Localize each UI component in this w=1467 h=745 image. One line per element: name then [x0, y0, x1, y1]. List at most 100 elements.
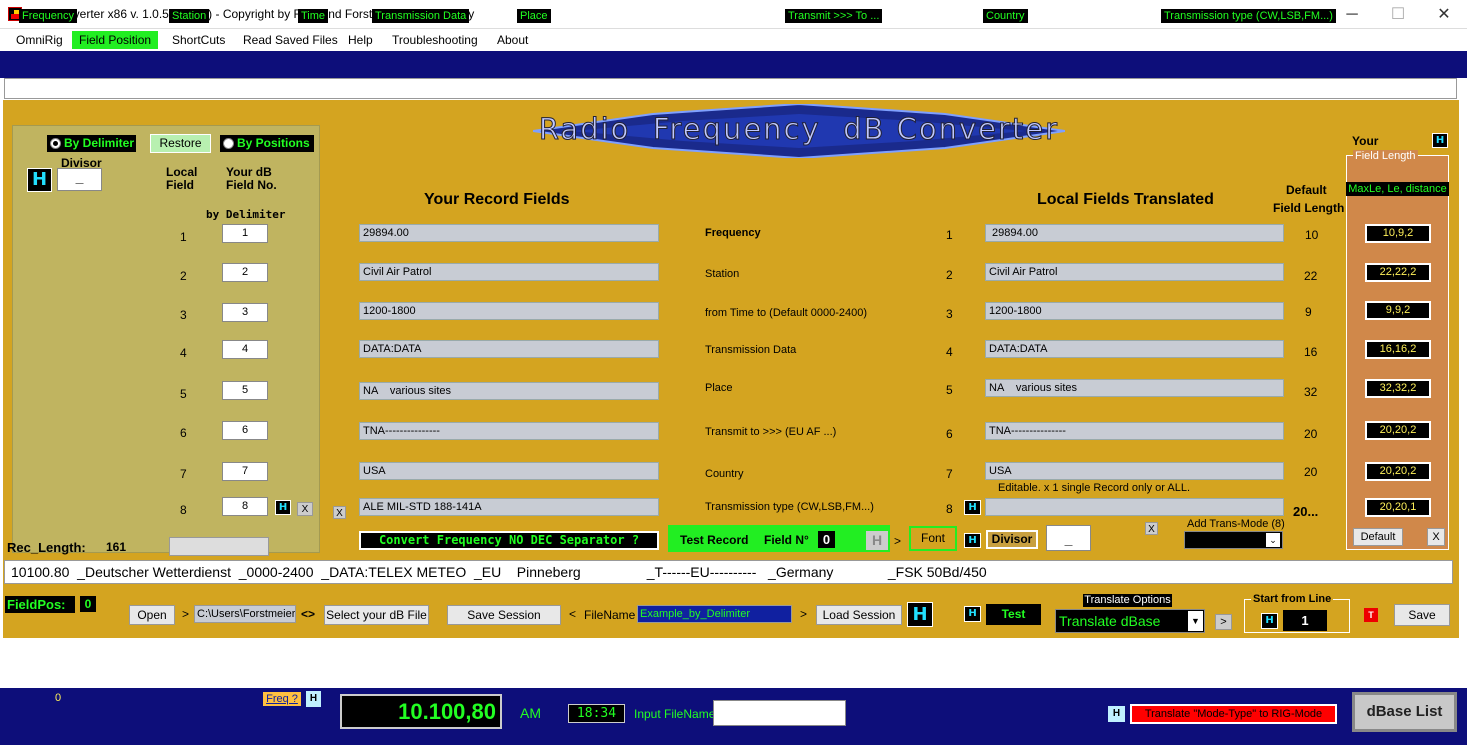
- help-h-icon[interactable]: H: [275, 500, 291, 515]
- prev-arrow[interactable]: <: [569, 607, 576, 621]
- help-h-icon[interactable]: H: [1261, 613, 1278, 629]
- start-line-input[interactable]: 1: [1283, 610, 1327, 631]
- translated-field[interactable]: NA various sites: [985, 379, 1284, 397]
- divisor-input[interactable]: _: [57, 168, 102, 191]
- field-length-input[interactable]: 16,16,2: [1365, 340, 1431, 359]
- chevron-down-icon: ▼: [1188, 611, 1203, 631]
- db-field-input[interactable]: 4: [222, 340, 268, 359]
- translated-field[interactable]: USA: [985, 462, 1284, 480]
- divisor-button[interactable]: Divisor: [986, 530, 1038, 549]
- help-h-icon[interactable]: H: [1432, 133, 1448, 148]
- rec-length-label: Rec_Length:: [7, 540, 86, 555]
- by-positions-radio[interactable]: By Positions: [220, 135, 314, 152]
- t-button[interactable]: T: [1364, 608, 1378, 622]
- clear-x-button[interactable]: X: [297, 502, 313, 516]
- open-button[interactable]: Open: [129, 605, 175, 625]
- record-field[interactable]: TNA---------------: [359, 422, 659, 440]
- translated-field[interactable]: 1200-1800: [985, 302, 1284, 320]
- convert-frequency-toggle[interactable]: Convert Frequency NO DEC Separator ?: [359, 531, 659, 550]
- menu-help[interactable]: Help: [341, 31, 380, 49]
- record-field[interactable]: 1200-1800: [359, 302, 659, 320]
- field-length-input[interactable]: 20,20,1: [1365, 498, 1431, 517]
- divisor-value-input[interactable]: _: [1046, 525, 1091, 551]
- menu-read-saved-files[interactable]: Read Saved Files: [236, 31, 345, 49]
- time-display: 18:34: [568, 704, 625, 723]
- field-n-input[interactable]: 0: [818, 531, 835, 548]
- field-length-input[interactable]: 20,20,2: [1365, 462, 1431, 481]
- translated-field[interactable]: DATA:DATA: [985, 340, 1284, 358]
- field-length-input[interactable]: 32,32,2: [1365, 379, 1431, 398]
- field-length-input[interactable]: 10,9,2: [1365, 224, 1431, 243]
- app-logo: Radio Frequency dB Converter: [532, 102, 1066, 160]
- clear-x-button[interactable]: X: [1145, 522, 1158, 535]
- next-arrow[interactable]: >: [182, 607, 189, 621]
- close-button[interactable]: ✕: [1421, 0, 1467, 29]
- db-field-input[interactable]: 7: [222, 462, 268, 481]
- translated-field[interactable]: [985, 498, 1284, 516]
- menu-shortcuts[interactable]: ShortCuts: [165, 31, 232, 49]
- next-arrow[interactable]: >: [1215, 614, 1232, 630]
- menu-field-position[interactable]: Field Position: [72, 31, 159, 49]
- help-h-icon[interactable]: H: [1108, 706, 1125, 722]
- record-field[interactable]: USA: [359, 462, 659, 480]
- row-number: 8: [180, 503, 187, 517]
- db-field-input[interactable]: 8: [222, 497, 268, 516]
- default-length: 20...: [1293, 504, 1319, 519]
- filename-input[interactable]: Example_by_Delimiter: [637, 605, 792, 623]
- translated-field[interactable]: 29894.00: [985, 224, 1284, 242]
- field-length-input[interactable]: 20,20,2: [1365, 421, 1431, 440]
- translate-mode-button[interactable]: Translate "Mode-Type" to RIG-Mode: [1130, 704, 1337, 724]
- save-session-button[interactable]: Save Session: [447, 605, 561, 625]
- field-length-label: Field Length: [1273, 201, 1345, 215]
- record-field[interactable]: Civil Air Patrol: [359, 263, 659, 281]
- translate-options-select[interactable]: Translate dBase ▼: [1055, 609, 1205, 633]
- record-field[interactable]: 29894.00: [359, 224, 659, 242]
- path-field[interactable]: C:\Users\Forstmeier: [194, 605, 296, 623]
- freq-query-button[interactable]: Freq ?: [263, 692, 301, 706]
- trans-mode-select[interactable]: ⌄: [1184, 531, 1283, 549]
- frequency-display: 10.100,80: [340, 694, 502, 729]
- record-field[interactable]: ALE MIL-STD 188-141A: [359, 498, 659, 516]
- field-length-input[interactable]: 9,9,2: [1365, 301, 1431, 320]
- header-transmission-data: Transmission Data: [372, 9, 470, 23]
- db-field-input[interactable]: 1: [222, 224, 268, 243]
- db-field-input[interactable]: 6: [222, 421, 268, 440]
- help-h-icon[interactable]: H: [27, 168, 52, 192]
- rec-length-input[interactable]: [169, 537, 269, 556]
- record-field[interactable]: NA various sites: [359, 382, 659, 400]
- font-button[interactable]: Font: [909, 526, 957, 551]
- input-filename-field[interactable]: [713, 700, 846, 726]
- help-h-icon[interactable]: H: [964, 533, 981, 548]
- translated-field[interactable]: TNA---------------: [985, 422, 1284, 440]
- test-button[interactable]: Test: [986, 604, 1041, 625]
- translated-field[interactable]: Civil Air Patrol: [985, 263, 1284, 281]
- help-h-icon[interactable]: H: [866, 531, 888, 550]
- db-field-input[interactable]: 5: [222, 381, 268, 400]
- db-field-input[interactable]: 3: [222, 303, 268, 322]
- header-input[interactable]: [4, 78, 1457, 99]
- save-button[interactable]: Save: [1394, 604, 1450, 626]
- db-field-input[interactable]: 2: [222, 263, 268, 282]
- default-button[interactable]: Default: [1353, 528, 1403, 546]
- next-arrow[interactable]: >: [800, 607, 807, 621]
- by-delimiter-radio[interactable]: By Delimiter: [47, 135, 136, 152]
- clear-x-button[interactable]: X: [333, 506, 346, 519]
- help-h-icon[interactable]: H: [964, 606, 981, 622]
- swap-button[interactable]: <>: [301, 607, 315, 621]
- load-session-button[interactable]: Load Session: [816, 605, 902, 625]
- help-h-icon[interactable]: H: [306, 691, 321, 707]
- select-db-file-button[interactable]: Select your dB File: [324, 605, 429, 625]
- maximize-button[interactable]: ☐: [1375, 0, 1421, 29]
- help-h-icon[interactable]: H: [907, 602, 933, 627]
- sample-record-line[interactable]: 10100.80 _Deutscher Wetterdienst _0000-2…: [4, 560, 1453, 584]
- next-arrow[interactable]: >: [894, 534, 901, 548]
- record-field[interactable]: DATA:DATA: [359, 340, 659, 358]
- field-length-input[interactable]: 22,22,2: [1365, 263, 1431, 282]
- clear-x-button[interactable]: X: [1427, 528, 1445, 546]
- menu-about[interactable]: About: [490, 31, 535, 49]
- help-h-icon[interactable]: H: [964, 500, 981, 515]
- dbase-list-button[interactable]: dBase List: [1352, 692, 1457, 732]
- restore-button[interactable]: Restore: [150, 134, 211, 153]
- menu-troubleshooting[interactable]: Troubleshooting: [385, 31, 485, 49]
- menu-omnirig[interactable]: OmniRig: [9, 31, 70, 49]
